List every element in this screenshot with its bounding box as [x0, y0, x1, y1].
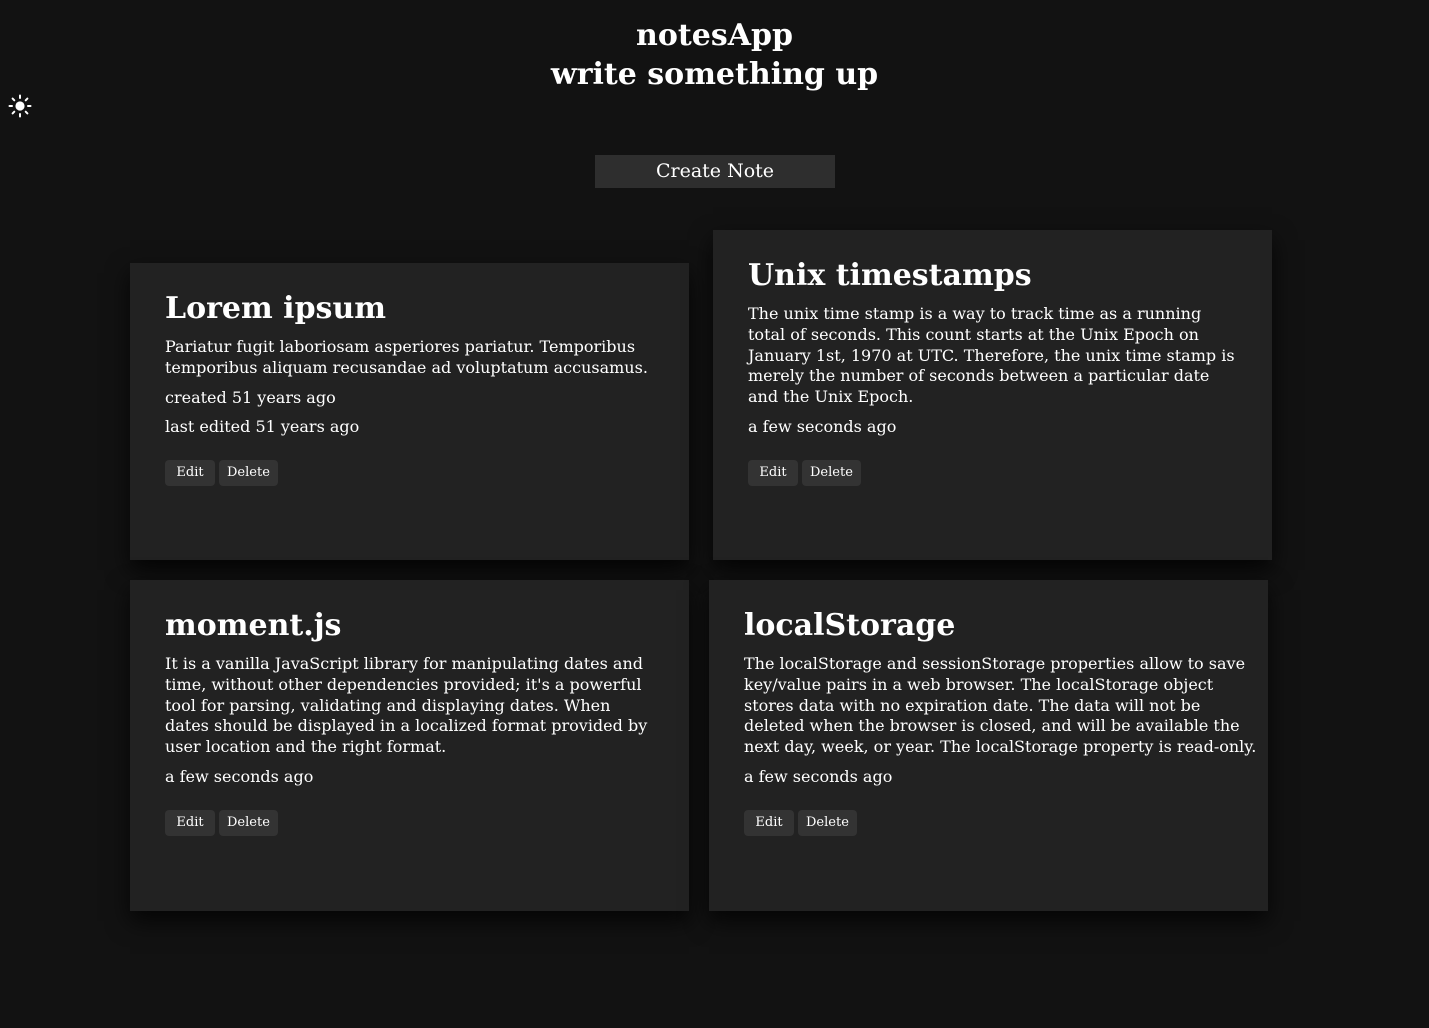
delete-button[interactable]: Delete — [802, 459, 861, 486]
note-body: Pariatur fugit laboriosam asperiores par… — [165, 337, 648, 377]
app-subtitle: write something up — [550, 57, 879, 92]
note-body: The unix time stamp is a way to track ti… — [748, 304, 1235, 407]
delete-button[interactable]: Delete — [798, 809, 857, 836]
note-card: localStorage The localStorage and sessio… — [709, 580, 1268, 911]
note-title: localStorage — [744, 608, 956, 643]
note-card: moment.js It is a vanilla JavaScript lib… — [130, 580, 689, 911]
note-edited: a few seconds ago — [744, 766, 893, 786]
edit-button[interactable]: Edit — [748, 459, 798, 486]
note-actions: Edit Delete — [744, 809, 1233, 836]
note-actions: Edit Delete — [165, 459, 654, 486]
note-title: Lorem ipsum — [165, 291, 387, 326]
create-note-button[interactable]: Create Note — [595, 155, 835, 188]
note-edited: a few seconds ago — [165, 766, 314, 786]
note-edited: a few seconds ago — [748, 416, 897, 436]
app-title: notesApp — [636, 18, 793, 53]
note-body: The localStorage and sessionStorage prop… — [744, 654, 1257, 757]
delete-button[interactable]: Delete — [219, 459, 278, 486]
note-actions: Edit Delete — [165, 809, 654, 836]
note-body: It is a vanilla JavaScript library for m… — [165, 654, 648, 757]
edit-button[interactable]: Edit — [165, 809, 215, 836]
edit-button[interactable]: Edit — [744, 809, 794, 836]
note-created: created 51 years ago — [165, 387, 336, 407]
note-actions: Edit Delete — [748, 459, 1237, 486]
delete-button[interactable]: Delete — [219, 809, 278, 836]
note-title: moment.js — [165, 608, 342, 643]
edit-button[interactable]: Edit — [165, 459, 215, 486]
sun-icon[interactable] — [8, 94, 32, 118]
note-title: Unix timestamps — [748, 258, 1032, 293]
notes-app-page: notesApp write something up Create Note … — [0, 0, 1429, 1028]
note-edited: last edited 51 years ago — [165, 416, 360, 436]
note-card: Lorem ipsum Pariatur fugit laboriosam as… — [130, 263, 689, 560]
note-card: Unix timestamps The unix time stamp is a… — [713, 230, 1272, 560]
